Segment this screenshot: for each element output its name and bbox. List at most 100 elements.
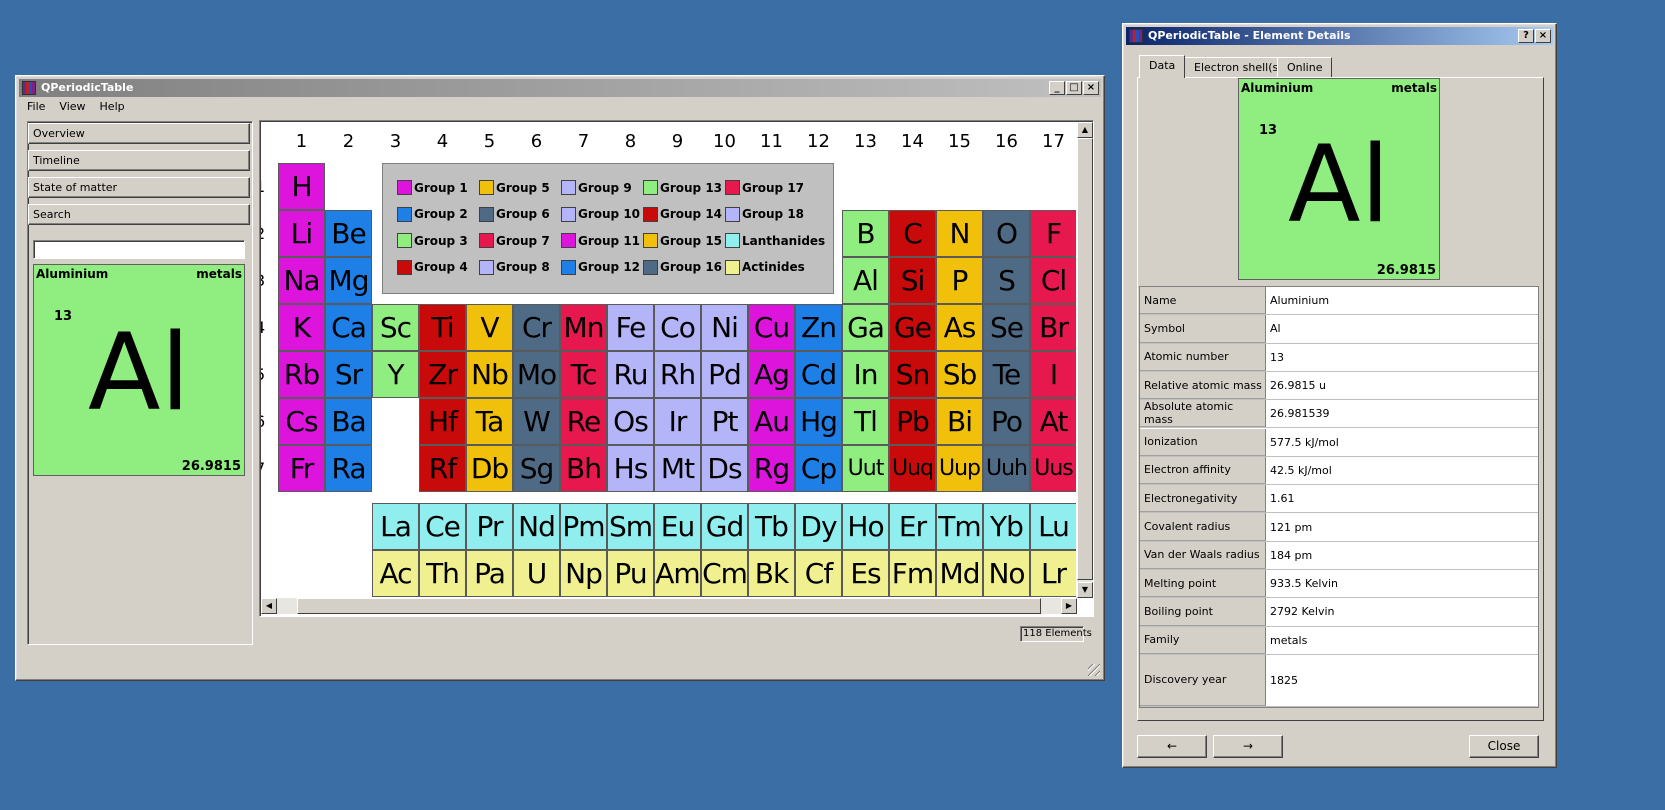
maximize-icon[interactable]: □ bbox=[1066, 81, 1082, 95]
element-cell[interactable]: Fr bbox=[278, 445, 325, 492]
element-cell[interactable]: Zr bbox=[419, 351, 466, 398]
element-cell[interactable]: Hs bbox=[607, 445, 654, 492]
element-cell[interactable]: K bbox=[278, 304, 325, 351]
horizontal-scroll-thumb[interactable] bbox=[297, 598, 1041, 614]
element-cell[interactable]: Er bbox=[889, 503, 936, 550]
element-cell[interactable]: Ds bbox=[701, 445, 748, 492]
resize-grip-icon[interactable] bbox=[1088, 664, 1100, 676]
element-cell[interactable]: Nb bbox=[466, 351, 513, 398]
element-cell[interactable]: Co bbox=[654, 304, 701, 351]
element-cell[interactable]: V bbox=[466, 304, 513, 351]
element-cell[interactable]: W bbox=[513, 398, 560, 445]
element-cell[interactable]: Ba bbox=[325, 398, 372, 445]
element-cell[interactable]: Tm bbox=[936, 503, 983, 550]
element-cell[interactable]: Tb bbox=[748, 503, 795, 550]
element-cell[interactable]: Pd bbox=[701, 351, 748, 398]
element-cell[interactable]: Zn bbox=[795, 304, 842, 351]
element-cell[interactable]: Rb bbox=[278, 351, 325, 398]
element-cell[interactable]: Ta bbox=[466, 398, 513, 445]
element-cell[interactable]: Hg bbox=[795, 398, 842, 445]
element-cell[interactable]: In bbox=[842, 351, 889, 398]
element-cell[interactable]: Mt bbox=[654, 445, 701, 492]
element-cell[interactable]: Cd bbox=[795, 351, 842, 398]
element-cell[interactable]: Sn bbox=[889, 351, 936, 398]
main-titlebar[interactable]: QPeriodicTable _ □ × bbox=[19, 79, 1101, 97]
element-cell[interactable]: Gd bbox=[701, 503, 748, 550]
element-cell[interactable]: Am bbox=[654, 550, 701, 597]
element-cell[interactable]: Cf bbox=[795, 550, 842, 597]
element-cell[interactable]: Lu bbox=[1030, 503, 1076, 550]
vertical-scrollbar[interactable]: ▲ ▼ bbox=[1077, 122, 1093, 598]
element-cell[interactable]: Pt bbox=[701, 398, 748, 445]
element-cell[interactable]: Po bbox=[983, 398, 1030, 445]
details-value[interactable]: 13 bbox=[1270, 344, 1284, 371]
vertical-scroll-thumb[interactable] bbox=[1077, 138, 1093, 580]
element-cell[interactable]: Cu bbox=[748, 304, 795, 351]
details-value[interactable]: 42.5 kJ/mol bbox=[1270, 457, 1332, 484]
details-value[interactable]: metals bbox=[1270, 627, 1307, 654]
element-cell[interactable]: Es bbox=[842, 550, 889, 597]
element-cell[interactable]: Ru bbox=[607, 351, 654, 398]
search-input[interactable] bbox=[33, 240, 245, 259]
minimize-icon[interactable]: _ bbox=[1049, 81, 1065, 95]
element-cell[interactable]: H bbox=[278, 163, 325, 210]
details-value[interactable]: 2792 Kelvin bbox=[1270, 598, 1335, 625]
scroll-up-icon[interactable]: ▲ bbox=[1077, 122, 1093, 138]
tab-data[interactable]: Data bbox=[1139, 55, 1186, 78]
element-cell[interactable]: Ge bbox=[889, 304, 936, 351]
element-cell[interactable]: Sr bbox=[325, 351, 372, 398]
element-cell[interactable]: Cr bbox=[513, 304, 560, 351]
element-cell[interactable]: Ce bbox=[419, 503, 466, 550]
element-cell[interactable]: Rh bbox=[654, 351, 701, 398]
element-cell[interactable]: Cp bbox=[795, 445, 842, 492]
horizontal-scrollbar[interactable]: ◀ ▶ bbox=[261, 598, 1077, 614]
element-cell[interactable]: Li bbox=[278, 210, 325, 257]
scroll-down-icon[interactable]: ▼ bbox=[1077, 582, 1093, 598]
element-cell[interactable]: No bbox=[983, 550, 1030, 597]
details-value[interactable]: 26.981539 bbox=[1270, 400, 1330, 427]
element-cell[interactable]: P bbox=[936, 257, 983, 304]
element-cell[interactable]: Au bbox=[748, 398, 795, 445]
element-cell[interactable]: Bk bbox=[748, 550, 795, 597]
element-cell[interactable]: Ho bbox=[842, 503, 889, 550]
element-cell[interactable]: Md bbox=[936, 550, 983, 597]
element-cell[interactable]: Uuh bbox=[983, 445, 1030, 492]
element-cell[interactable]: Mn bbox=[560, 304, 607, 351]
element-cell[interactable]: Db bbox=[466, 445, 513, 492]
element-cell[interactable]: Uup bbox=[936, 445, 983, 492]
element-cell[interactable]: Ca bbox=[325, 304, 372, 351]
element-cell[interactable]: Bh bbox=[560, 445, 607, 492]
details-value[interactable]: 121 pm bbox=[1270, 513, 1312, 540]
details-value[interactable]: Aluminium bbox=[1270, 287, 1329, 314]
element-cell[interactable]: Cm bbox=[701, 550, 748, 597]
close-button[interactable]: Close bbox=[1469, 735, 1539, 758]
element-cell[interactable]: Pr bbox=[466, 503, 513, 550]
details-value[interactable]: 577.5 kJ/mol bbox=[1270, 429, 1339, 456]
element-cell[interactable]: F bbox=[1030, 210, 1076, 257]
details-value[interactable]: 184 pm bbox=[1270, 542, 1312, 569]
element-cell[interactable]: Se bbox=[983, 304, 1030, 351]
element-cell[interactable]: Ir bbox=[654, 398, 701, 445]
element-cell[interactable]: Bi bbox=[936, 398, 983, 445]
element-cell[interactable]: Mg bbox=[325, 257, 372, 304]
element-cell[interactable]: Rf bbox=[419, 445, 466, 492]
element-cell[interactable]: Ti bbox=[419, 304, 466, 351]
menu-help[interactable]: Help bbox=[93, 98, 132, 116]
scroll-right-icon[interactable]: ▶ bbox=[1061, 598, 1077, 614]
help-icon[interactable]: ? bbox=[1518, 29, 1534, 43]
toolbox-state-of-matter[interactable]: State of matter bbox=[28, 177, 250, 198]
element-cell[interactable]: Be bbox=[325, 210, 372, 257]
close-icon[interactable]: × bbox=[1535, 29, 1551, 43]
details-titlebar[interactable]: QPeriodicTable - Element Details ? × bbox=[1126, 27, 1553, 45]
element-cell[interactable]: At bbox=[1030, 398, 1076, 445]
element-cell[interactable]: Uus bbox=[1030, 445, 1076, 492]
element-cell[interactable]: Ni bbox=[701, 304, 748, 351]
element-cell[interactable]: Sc bbox=[372, 304, 419, 351]
details-value[interactable]: 1.61 bbox=[1270, 485, 1295, 512]
details-value[interactable]: 26.9815 u bbox=[1270, 372, 1326, 399]
element-cell[interactable]: Fe bbox=[607, 304, 654, 351]
element-cell[interactable]: Rg bbox=[748, 445, 795, 492]
element-cell[interactable]: Sg bbox=[513, 445, 560, 492]
toolbox-overview[interactable]: Overview bbox=[28, 123, 250, 144]
element-cell[interactable]: O bbox=[983, 210, 1030, 257]
